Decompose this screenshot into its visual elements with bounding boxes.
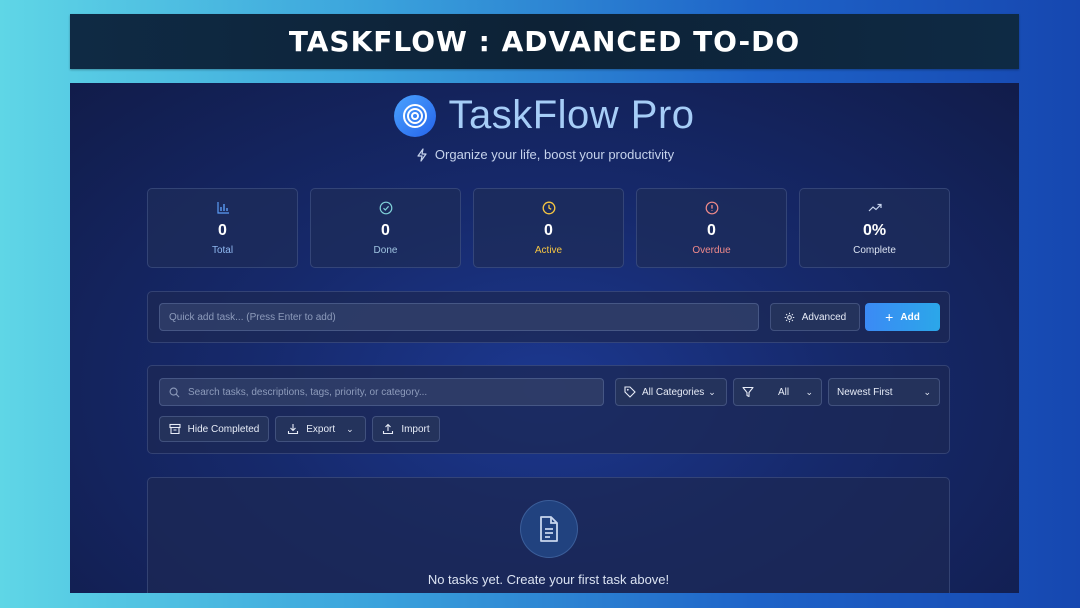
alert-circle-icon [705, 200, 719, 216]
stat-card-complete: 0% Complete [799, 188, 950, 268]
sort-selected: Newest First [837, 386, 893, 398]
sort-dropdown[interactable]: Newest First ⌄ [828, 378, 940, 406]
export-button[interactable]: Export ⌄ [275, 416, 366, 442]
chevron-down-icon: ⌄ [346, 423, 354, 434]
archive-icon [169, 423, 181, 435]
trending-up-icon [868, 200, 882, 216]
stat-value: 0 [544, 222, 553, 239]
stats-row: 0 Total 0 Done 0 Active 0 Overdue 0% Com… [147, 188, 950, 268]
category-dropdown[interactable]: All Categories ⌄ [615, 378, 727, 406]
stat-card-active: 0 Active [473, 188, 624, 268]
stat-label: Overdue [692, 245, 731, 256]
chevron-down-icon: ⌄ [708, 386, 716, 397]
stat-card-total: 0 Total [147, 188, 298, 268]
chevron-down-icon: ⌄ [923, 386, 931, 397]
filter-icon [742, 386, 754, 398]
stat-value: 0 [218, 222, 227, 239]
stat-value: 0 [707, 222, 716, 239]
import-button[interactable]: Import [372, 416, 440, 442]
tag-icon [624, 386, 636, 398]
filters-panel: Search tasks, descriptions, tags, priori… [147, 365, 950, 454]
lightning-icon [417, 147, 427, 162]
add-label: Add [900, 311, 920, 323]
check-circle-icon [379, 200, 393, 216]
hide-completed-label: Hide Completed [187, 423, 260, 435]
search-icon [169, 387, 180, 397]
stat-card-done: 0 Done [310, 188, 461, 268]
stat-value: 0 [381, 222, 390, 239]
status-filter-dropdown[interactable]: All ⌄ [733, 378, 822, 406]
plus-icon: + [885, 309, 894, 325]
download-icon [288, 424, 299, 435]
video-title-banner: TASKFLOW : ADVANCED TO-DO [70, 14, 1019, 69]
app-title: TaskFlow Pro [448, 93, 695, 137]
search-placeholder: Search tasks, descriptions, tags, priori… [188, 386, 428, 398]
chevron-down-icon: ⌄ [805, 386, 813, 397]
hide-completed-button[interactable]: Hide Completed [159, 416, 269, 442]
document-icon [520, 500, 578, 558]
target-icon [394, 94, 437, 137]
task-list-empty-state: No tasks yet. Create your first task abo… [147, 477, 950, 593]
category-selected: All Categories [642, 386, 705, 398]
empty-state-message: No tasks yet. Create your first task abo… [427, 572, 670, 587]
clock-icon [542, 200, 556, 216]
stat-value: 0% [862, 222, 887, 239]
stat-label: Total [211, 245, 234, 256]
upload-icon [383, 423, 394, 435]
tagline: Organize your life, boost your productiv… [70, 147, 1019, 162]
app-window: TaskFlow Pro Organize your life, boost y… [70, 83, 1019, 593]
banner-title: TASKFLOW : ADVANCED TO-DO [288, 25, 801, 58]
add-task-button[interactable]: + Add [865, 303, 940, 331]
stat-label: Complete [853, 245, 896, 256]
tagline-text: Organize your life, boost your productiv… [434, 147, 675, 162]
stat-card-overdue: 0 Overdue [636, 188, 787, 268]
search-input[interactable]: Search tasks, descriptions, tags, priori… [159, 378, 604, 406]
export-label: Export [306, 423, 336, 435]
status-selected: All [778, 386, 790, 398]
advanced-label: Advanced [801, 311, 847, 323]
quick-add-panel: Quick add task... (Press Enter to add) A… [147, 291, 950, 343]
advanced-button[interactable]: Advanced [770, 303, 860, 331]
stat-label: Active [534, 245, 563, 256]
stat-label: Done [373, 245, 398, 256]
gear-icon [784, 312, 795, 322]
bar-chart-icon [216, 200, 230, 216]
quick-add-input[interactable]: Quick add task... (Press Enter to add) [159, 303, 759, 331]
brand-header: TaskFlow Pro [70, 93, 1019, 138]
import-label: Import [401, 423, 430, 435]
